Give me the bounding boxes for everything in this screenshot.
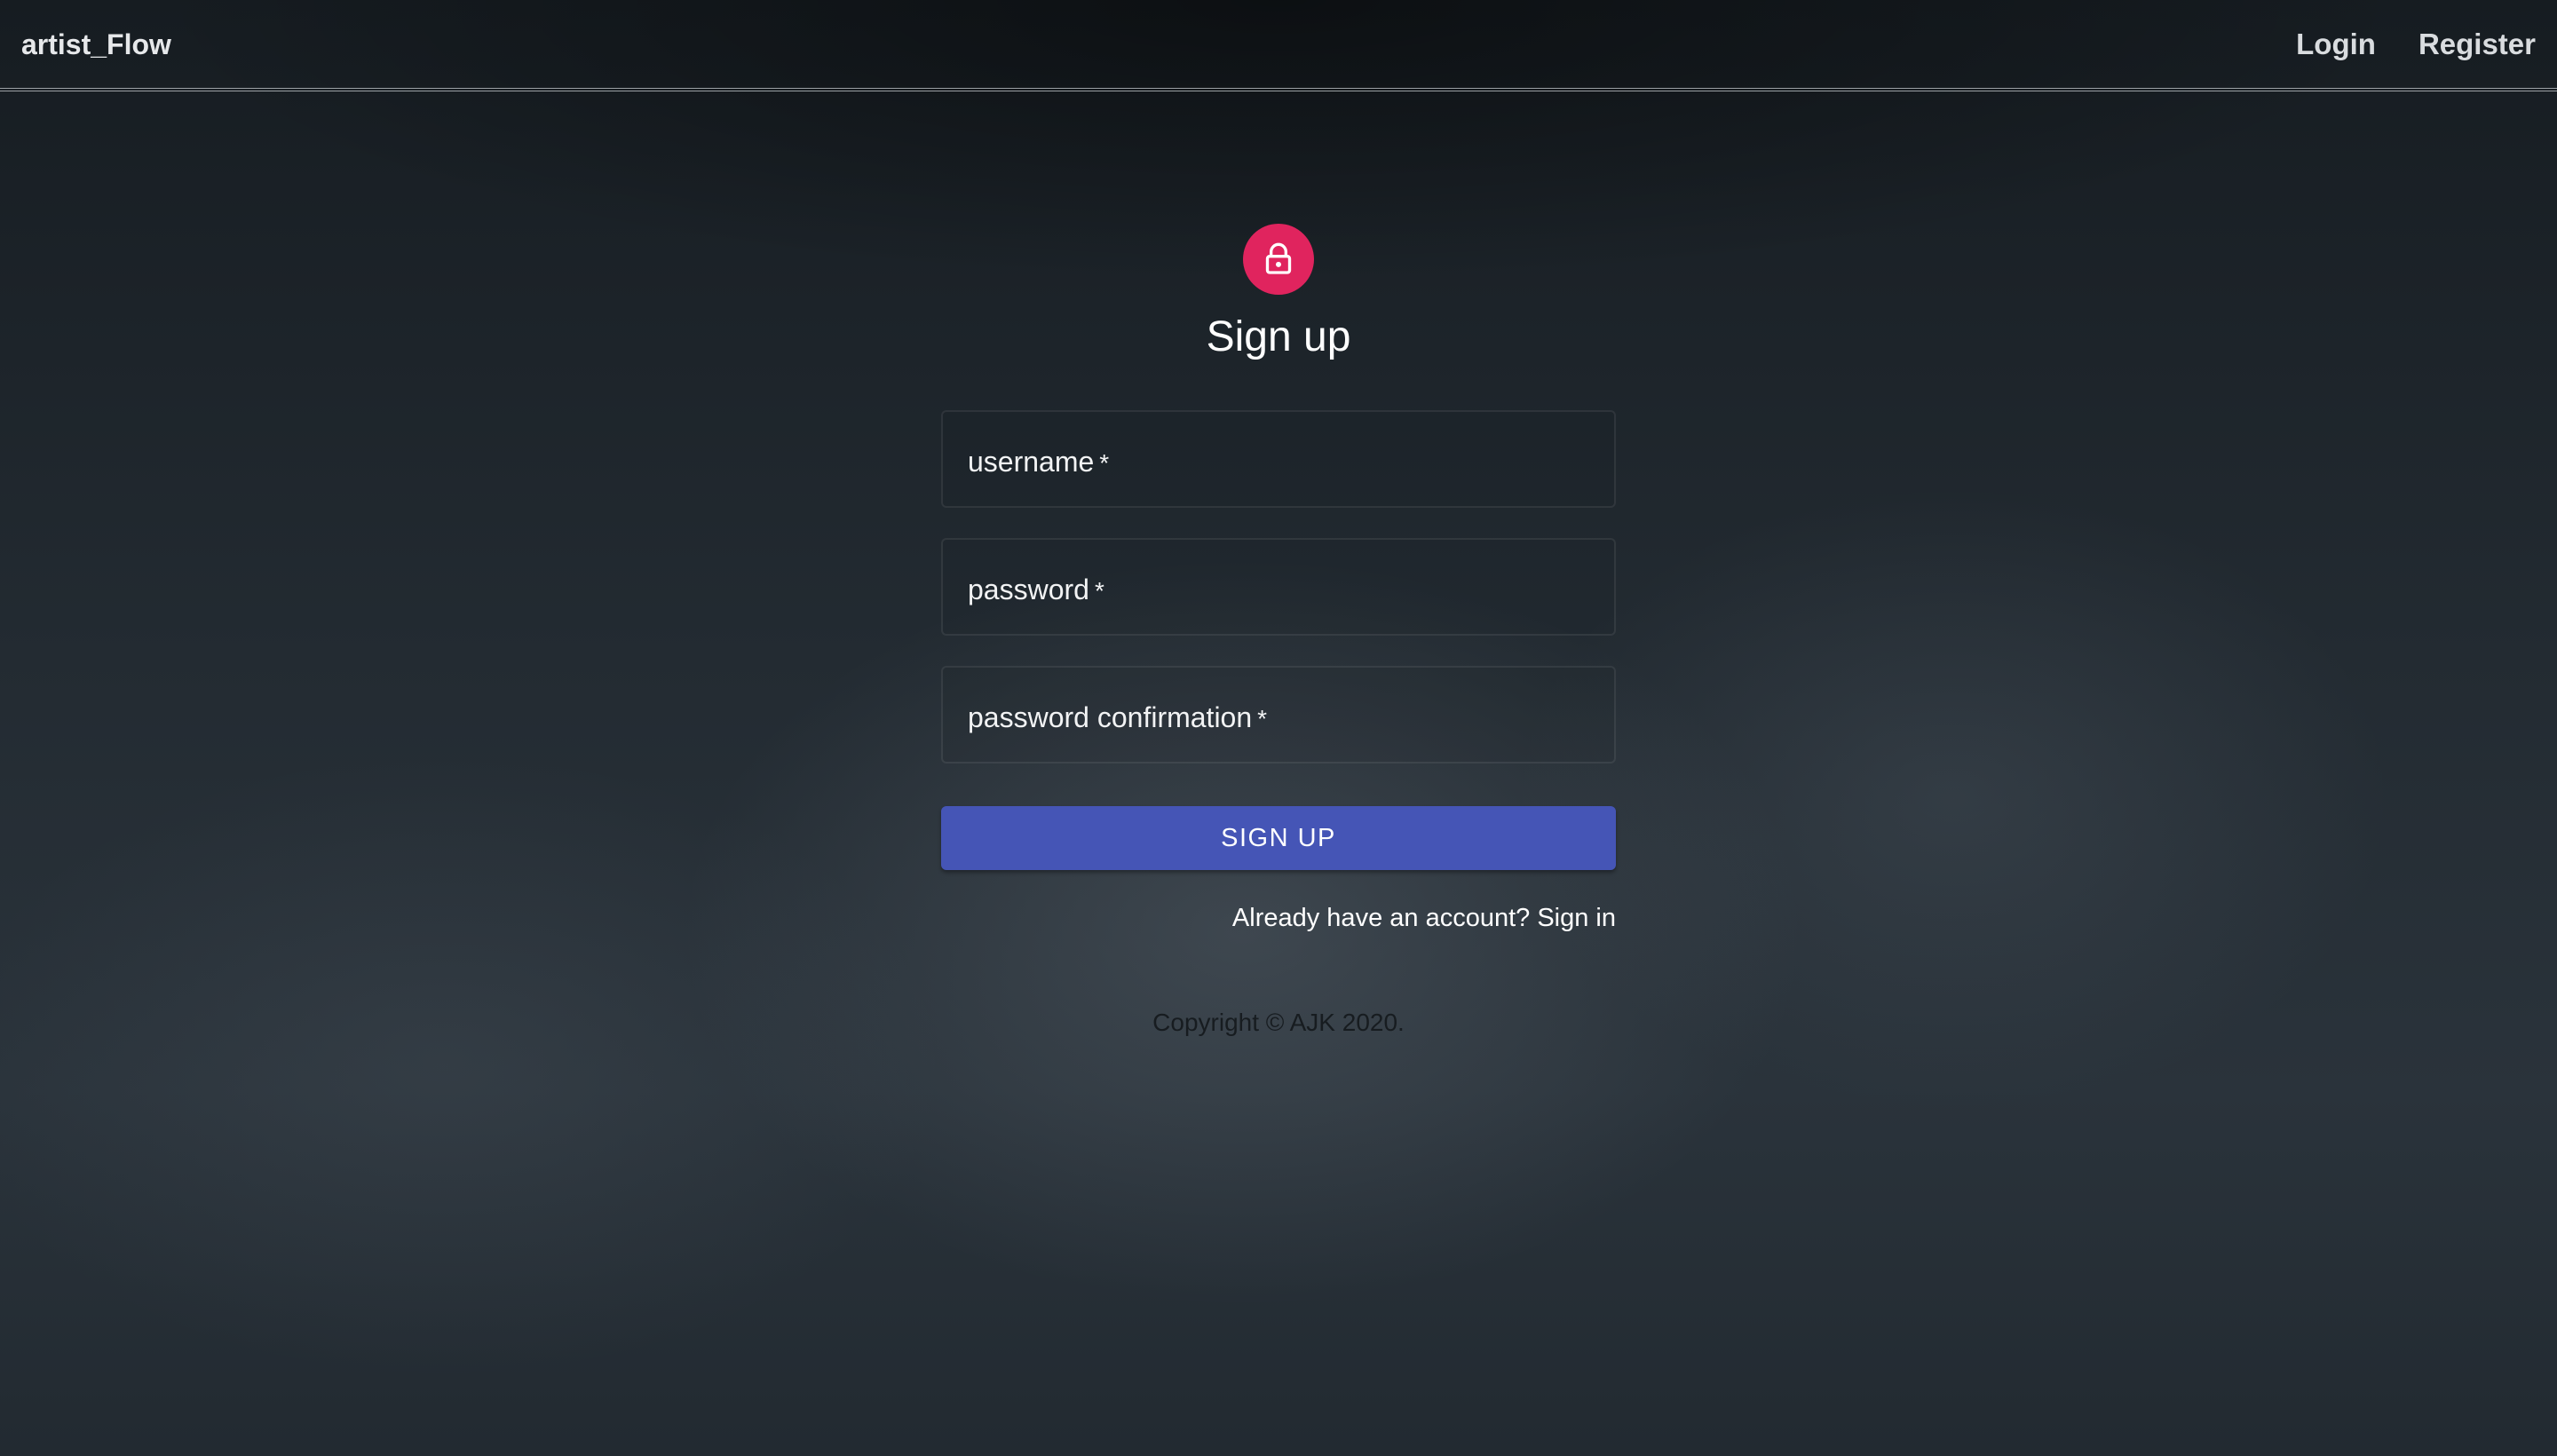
page-title: Sign up <box>1206 313 1351 360</box>
lock-avatar <box>1243 224 1314 295</box>
top-navbar: artist_Flow Login Register <box>0 0 2557 91</box>
password-field[interactable]: password * <box>941 538 1616 636</box>
sign-up-button[interactable]: SIGN UP <box>941 806 1616 870</box>
password-confirmation-input[interactable] <box>968 694 1593 740</box>
brand-logo-text[interactable]: artist_Flow <box>21 27 171 62</box>
lock-icon <box>1265 242 1292 274</box>
username-input[interactable] <box>968 439 1593 485</box>
username-field[interactable]: username * <box>941 410 1616 508</box>
nav-links: Login Register <box>2296 27 2536 62</box>
nav-register-link[interactable]: Register <box>2418 27 2536 62</box>
nav-login-link[interactable]: Login <box>2296 27 2376 62</box>
sign-in-link[interactable]: Already have an account? Sign in <box>1232 900 1616 936</box>
password-confirmation-field[interactable]: password confirmation * <box>941 666 1616 764</box>
copyright-text: Copyright © AJK 2020. <box>1152 1009 1405 1036</box>
password-input[interactable] <box>968 566 1593 613</box>
